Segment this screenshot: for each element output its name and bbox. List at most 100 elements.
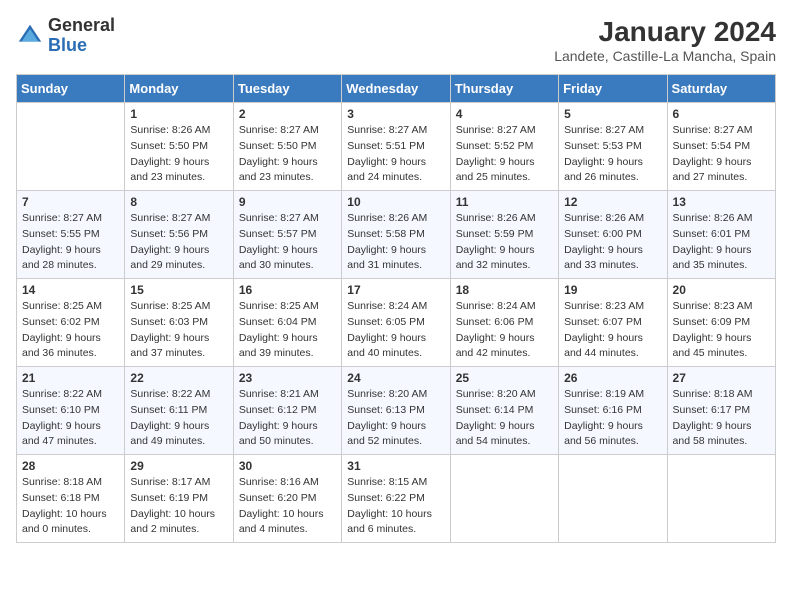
- day-info: Sunrise: 8:18 AMSunset: 6:18 PMDaylight:…: [22, 475, 119, 538]
- calendar-cell: 6Sunrise: 8:27 AMSunset: 5:54 PMDaylight…: [667, 103, 775, 191]
- day-number: 25: [456, 371, 553, 385]
- day-info: Sunrise: 8:20 AMSunset: 6:14 PMDaylight:…: [456, 387, 553, 450]
- calendar-cell: 30 Sunrise: 8:16 AMSunset: 6:20 PMDayligh…: [233, 455, 341, 543]
- calendar-header: SundayMondayTuesdayWednesdayThursdayFrid…: [17, 75, 776, 103]
- day-info: Sunrise: 8:23 AMSunset: 6:07 PMDaylight:…: [564, 299, 661, 362]
- calendar-cell: 18 Sunrise: 8:24 AMSunset: 6:06 PMDayligh…: [450, 279, 558, 367]
- logo-text: General Blue: [48, 16, 115, 56]
- day-info: Sunrise: 8:16 AMSunset: 6:20 PMDaylight:…: [239, 475, 336, 538]
- day-number: 26: [564, 371, 661, 385]
- day-number: 15: [130, 283, 227, 297]
- day-number: 28: [22, 459, 119, 473]
- location: Landete, Castille-La Mancha, Spain: [554, 48, 776, 64]
- calendar-cell: 1Sunrise: 8:26 AMSunset: 5:50 PMDaylight…: [125, 103, 233, 191]
- calendar-cell: 5 Sunrise: 8:27 AMSunset: 5:53 PMDaylight…: [559, 103, 667, 191]
- calendar-cell: 7Sunrise: 8:27 AMSunset: 5:55 PMDaylight…: [17, 191, 125, 279]
- day-of-week-header: Friday: [559, 75, 667, 103]
- day-of-week-header: Tuesday: [233, 75, 341, 103]
- calendar-cell: 8 Sunrise: 8:27 AMSunset: 5:56 PMDaylight…: [125, 191, 233, 279]
- day-info: Sunrise: 8:19 AMSunset: 6:16 PMDaylight:…: [564, 387, 661, 450]
- calendar-cell: [17, 103, 125, 191]
- calendar-cell: 12 Sunrise: 8:26 AMSunset: 6:00 PMDayligh…: [559, 191, 667, 279]
- day-info: Sunrise: 8:26 AMSunset: 5:58 PMDaylight:…: [347, 211, 444, 274]
- day-info: Sunrise: 8:24 AMSunset: 6:05 PMDaylight:…: [347, 299, 444, 362]
- day-number: 24: [347, 371, 444, 385]
- day-number: 12: [564, 195, 661, 209]
- day-info: Sunrise: 8:17 AMSunset: 6:19 PMDaylight:…: [130, 475, 227, 538]
- calendar-body: 1Sunrise: 8:26 AMSunset: 5:50 PMDaylight…: [17, 103, 776, 543]
- day-number: 3: [347, 107, 444, 121]
- day-info: Sunrise: 8:27 AMSunset: 5:57 PMDaylight:…: [239, 211, 336, 274]
- day-number: 11: [456, 195, 553, 209]
- calendar-cell: [450, 455, 558, 543]
- day-info: Sunrise: 8:27 AMSunset: 5:52 PMDaylight:…: [456, 123, 553, 186]
- day-info: Sunrise: 8:22 AMSunset: 6:11 PMDaylight:…: [130, 387, 227, 450]
- day-number: 30: [239, 459, 336, 473]
- calendar-week-row: 28 Sunrise: 8:18 AMSunset: 6:18 PMDayligh…: [17, 455, 776, 543]
- day-info: Sunrise: 8:24 AMSunset: 6:06 PMDaylight:…: [456, 299, 553, 362]
- day-info: Sunrise: 8:25 AMSunset: 6:03 PMDaylight:…: [130, 299, 227, 362]
- day-of-week-header: Saturday: [667, 75, 775, 103]
- day-header-row: SundayMondayTuesdayWednesdayThursdayFrid…: [17, 75, 776, 103]
- calendar-cell: 21Sunrise: 8:22 AMSunset: 6:10 PMDayligh…: [17, 367, 125, 455]
- page-header: General Blue January 2024 Landete, Casti…: [16, 16, 776, 64]
- day-info: Sunrise: 8:26 AMSunset: 6:01 PMDaylight:…: [673, 211, 770, 274]
- day-number: 6: [673, 107, 770, 121]
- day-info: Sunrise: 8:15 AMSunset: 6:22 PMDaylight:…: [347, 475, 444, 538]
- logo-blue: Blue: [48, 36, 115, 56]
- day-info: Sunrise: 8:23 AMSunset: 6:09 PMDaylight:…: [673, 299, 770, 362]
- day-number: 9: [239, 195, 336, 209]
- calendar-cell: 29 Sunrise: 8:17 AMSunset: 6:19 PMDayligh…: [125, 455, 233, 543]
- calendar-cell: [667, 455, 775, 543]
- calendar-week-row: 21Sunrise: 8:22 AMSunset: 6:10 PMDayligh…: [17, 367, 776, 455]
- calendar-cell: 19 Sunrise: 8:23 AMSunset: 6:07 PMDayligh…: [559, 279, 667, 367]
- day-number: 7: [22, 195, 119, 209]
- day-number: 17: [347, 283, 444, 297]
- calendar-cell: 4 Sunrise: 8:27 AMSunset: 5:52 PMDaylight…: [450, 103, 558, 191]
- day-number: 10: [347, 195, 444, 209]
- day-info: Sunrise: 8:22 AMSunset: 6:10 PMDaylight:…: [22, 387, 119, 450]
- day-number: 16: [239, 283, 336, 297]
- day-number: 18: [456, 283, 553, 297]
- day-number: 29: [130, 459, 227, 473]
- day-of-week-header: Thursday: [450, 75, 558, 103]
- day-number: 8: [130, 195, 227, 209]
- day-number: 4: [456, 107, 553, 121]
- calendar-cell: 27Sunrise: 8:18 AMSunset: 6:17 PMDayligh…: [667, 367, 775, 455]
- calendar-cell: 22 Sunrise: 8:22 AMSunset: 6:11 PMDayligh…: [125, 367, 233, 455]
- day-number: 23: [239, 371, 336, 385]
- day-info: Sunrise: 8:20 AMSunset: 6:13 PMDaylight:…: [347, 387, 444, 450]
- calendar-cell: 3Sunrise: 8:27 AMSunset: 5:51 PMDaylight…: [342, 103, 450, 191]
- calendar-cell: 2 Sunrise: 8:27 AMSunset: 5:50 PMDaylight…: [233, 103, 341, 191]
- logo-general: General: [48, 16, 115, 36]
- day-number: 13: [673, 195, 770, 209]
- day-number: 5: [564, 107, 661, 121]
- day-info: Sunrise: 8:27 AMSunset: 5:53 PMDaylight:…: [564, 123, 661, 186]
- day-number: 19: [564, 283, 661, 297]
- day-number: 2: [239, 107, 336, 121]
- calendar-cell: 26 Sunrise: 8:19 AMSunset: 6:16 PMDayligh…: [559, 367, 667, 455]
- calendar-cell: 11 Sunrise: 8:26 AMSunset: 5:59 PMDayligh…: [450, 191, 558, 279]
- day-info: Sunrise: 8:27 AMSunset: 5:50 PMDaylight:…: [239, 123, 336, 186]
- calendar-week-row: 14Sunrise: 8:25 AMSunset: 6:02 PMDayligh…: [17, 279, 776, 367]
- calendar-table: SundayMondayTuesdayWednesdayThursdayFrid…: [16, 74, 776, 543]
- day-info: Sunrise: 8:26 AMSunset: 6:00 PMDaylight:…: [564, 211, 661, 274]
- day-number: 22: [130, 371, 227, 385]
- calendar-cell: 20 Sunrise: 8:23 AMSunset: 6:09 PMDayligh…: [667, 279, 775, 367]
- day-number: 27: [673, 371, 770, 385]
- logo: General Blue: [16, 16, 115, 56]
- calendar-cell: 23 Sunrise: 8:21 AMSunset: 6:12 PMDayligh…: [233, 367, 341, 455]
- calendar-cell: 17 Sunrise: 8:24 AMSunset: 6:05 PMDayligh…: [342, 279, 450, 367]
- calendar-cell: 15 Sunrise: 8:25 AMSunset: 6:03 PMDayligh…: [125, 279, 233, 367]
- day-info: Sunrise: 8:27 AMSunset: 5:56 PMDaylight:…: [130, 211, 227, 274]
- day-info: Sunrise: 8:21 AMSunset: 6:12 PMDaylight:…: [239, 387, 336, 450]
- calendar-cell: 25 Sunrise: 8:20 AMSunset: 6:14 PMDayligh…: [450, 367, 558, 455]
- day-info: Sunrise: 8:26 AMSunset: 5:50 PMDaylight:…: [130, 123, 227, 186]
- calendar-cell: 9 Sunrise: 8:27 AMSunset: 5:57 PMDaylight…: [233, 191, 341, 279]
- calendar-cell: 24 Sunrise: 8:20 AMSunset: 6:13 PMDayligh…: [342, 367, 450, 455]
- day-of-week-header: Sunday: [17, 75, 125, 103]
- day-number: 20: [673, 283, 770, 297]
- day-info: Sunrise: 8:26 AMSunset: 5:59 PMDaylight:…: [456, 211, 553, 274]
- day-info: Sunrise: 8:25 AMSunset: 6:02 PMDaylight:…: [22, 299, 119, 362]
- day-of-week-header: Wednesday: [342, 75, 450, 103]
